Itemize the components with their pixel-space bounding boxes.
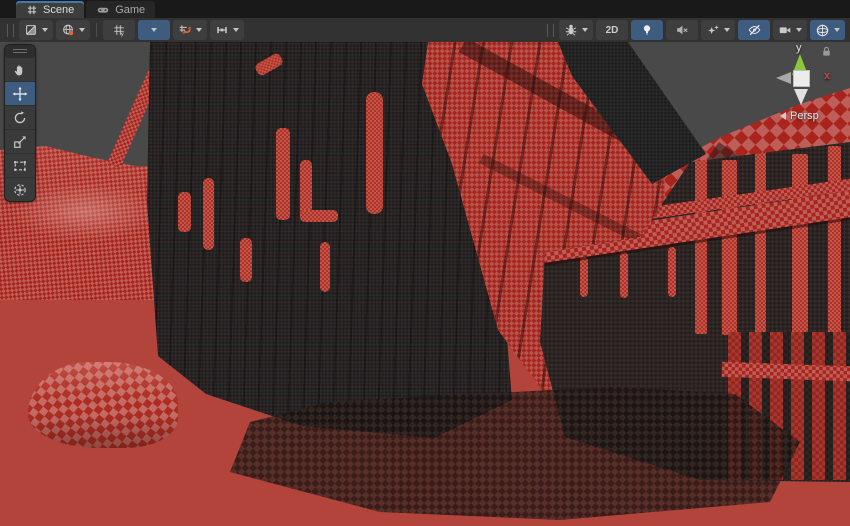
toolbar-separator bbox=[96, 23, 97, 37]
rotate-tool-button[interactable] bbox=[5, 105, 35, 129]
audio-toggle-button[interactable] bbox=[666, 20, 698, 40]
tab-bar: Scene Game bbox=[0, 0, 850, 18]
eye-slash-icon bbox=[747, 23, 762, 37]
lighting-toggle-button[interactable] bbox=[631, 20, 663, 40]
overlay-drag-handle[interactable] bbox=[547, 24, 554, 37]
lit-post bbox=[276, 128, 290, 220]
tool-handle-icon bbox=[215, 23, 229, 37]
dropdown-arrow-icon bbox=[834, 28, 840, 32]
gizmo-lock-icon[interactable] bbox=[820, 45, 833, 58]
transform-tool-button[interactable] bbox=[5, 177, 35, 201]
dropdown-arrow-icon bbox=[151, 28, 157, 32]
scene-toolbar: y 2D bbox=[0, 18, 850, 43]
effects-star-icon bbox=[706, 23, 720, 37]
unity-editor-window: Scene Game y bbox=[0, 0, 850, 526]
draw-mode-button[interactable] bbox=[19, 20, 53, 40]
lit-post bbox=[366, 92, 383, 214]
hand-icon bbox=[12, 62, 28, 78]
tab-game[interactable]: Game bbox=[86, 1, 155, 18]
rendering-debug-button[interactable] bbox=[559, 20, 593, 40]
projection-label: Persp bbox=[790, 110, 819, 122]
snap-increment-button[interactable] bbox=[173, 20, 207, 40]
shed-plank bbox=[755, 150, 766, 335]
scene-camera-button[interactable] bbox=[56, 20, 90, 40]
fence-gap bbox=[620, 252, 628, 298]
lit-beam bbox=[300, 210, 338, 222]
lit-post bbox=[178, 192, 191, 232]
dropdown-arrow-icon bbox=[42, 28, 48, 32]
water-trough bbox=[28, 362, 178, 448]
gizmo-x-axis-cone[interactable] bbox=[776, 72, 791, 84]
gizmo-down-cone[interactable] bbox=[794, 89, 808, 105]
dropdown-arrow-icon bbox=[79, 28, 85, 32]
transform-icon bbox=[12, 182, 28, 198]
gamepad-icon bbox=[96, 4, 110, 16]
svg-text:y: y bbox=[121, 31, 124, 37]
gizmo-y-label: y bbox=[796, 42, 802, 54]
fence-gap bbox=[668, 247, 676, 297]
grid-visibility-button[interactable]: y bbox=[103, 20, 135, 40]
fence-gap bbox=[580, 257, 588, 297]
trough-shading bbox=[28, 362, 178, 448]
chevron-left-icon bbox=[780, 112, 786, 120]
speaker-muted-icon bbox=[675, 23, 689, 37]
bug-icon bbox=[564, 23, 578, 37]
lit-post bbox=[240, 238, 252, 282]
move-icon bbox=[12, 86, 28, 102]
tools-overlay bbox=[4, 44, 36, 202]
2d-mode-label: 2D bbox=[606, 25, 619, 36]
orientation-gizmo: y x Persp bbox=[756, 42, 850, 172]
snap-magnet-icon bbox=[178, 23, 192, 37]
dropdown-arrow-icon bbox=[796, 28, 802, 32]
camera-icon bbox=[778, 23, 792, 37]
rotate-icon bbox=[12, 110, 28, 126]
grid-visibility-dropdown[interactable] bbox=[138, 20, 170, 40]
lit-post bbox=[203, 178, 214, 250]
globe-icon bbox=[61, 23, 75, 37]
camera-settings-button[interactable] bbox=[773, 20, 807, 40]
scale-icon bbox=[12, 134, 28, 150]
dropdown-arrow-icon bbox=[233, 28, 239, 32]
gizmos-toggle-button[interactable] bbox=[810, 20, 845, 40]
gizmos-sphere-icon bbox=[815, 23, 830, 38]
projection-toggle[interactable]: Persp bbox=[780, 110, 819, 122]
dropdown-arrow-icon bbox=[582, 28, 588, 32]
dropdown-arrow-icon bbox=[724, 28, 730, 32]
shed-plank bbox=[695, 154, 707, 334]
effects-toggle-button[interactable] bbox=[701, 20, 735, 40]
dropdown-arrow-icon bbox=[196, 28, 202, 32]
bulb-icon bbox=[640, 23, 654, 37]
lit-post bbox=[320, 242, 330, 292]
shaded-mode-icon bbox=[24, 23, 38, 37]
gizmo-x-label: x bbox=[824, 70, 830, 82]
shed-plank bbox=[828, 146, 841, 336]
shed-plank bbox=[722, 160, 737, 335]
scene-viewport[interactable]: y x Persp bbox=[0, 42, 850, 526]
scale-tool-button[interactable] bbox=[5, 129, 35, 153]
tab-scene-label: Scene bbox=[43, 4, 74, 16]
tab-scene[interactable]: Scene bbox=[16, 1, 84, 18]
tool-handle-button[interactable] bbox=[210, 20, 244, 40]
scene-view-icon bbox=[26, 4, 38, 16]
scene-visibility-button[interactable] bbox=[738, 20, 770, 40]
overlay-handle[interactable] bbox=[5, 45, 35, 57]
move-tool-button[interactable] bbox=[5, 81, 35, 105]
rect-icon bbox=[12, 158, 28, 174]
rect-tool-button[interactable] bbox=[5, 153, 35, 177]
2d-mode-button[interactable]: 2D bbox=[596, 20, 628, 40]
gizmo-center-cube[interactable] bbox=[793, 70, 810, 87]
overlay-drag-handle[interactable] bbox=[7, 24, 14, 37]
grid-icon: y bbox=[112, 23, 126, 37]
shed-plank bbox=[792, 154, 808, 334]
view-hand-tool-button[interactable] bbox=[5, 57, 35, 81]
tab-game-label: Game bbox=[115, 4, 145, 16]
